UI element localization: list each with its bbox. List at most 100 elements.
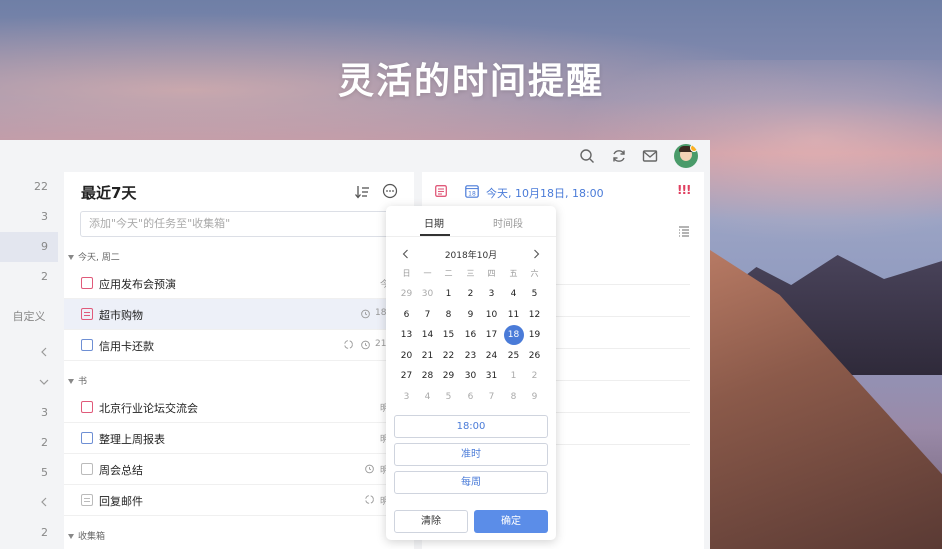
calendar-day[interactable]: 4 [417, 387, 438, 407]
top-toolbar [0, 140, 710, 172]
calendar-day[interactable]: 16 [460, 325, 481, 345]
task-list-panel: 最近7天 添加"今天"的任务至"收集箱" 今天, 周二 应用发布会预演 今 超市… [64, 172, 414, 549]
task-row[interactable]: 回复邮件 明 [64, 485, 414, 516]
calendar-day[interactable]: 2 [524, 366, 545, 386]
calendar-icon[interactable]: 18 [465, 184, 479, 198]
task-row[interactable]: 北京行业论坛交流会 明 [64, 392, 414, 423]
calendar-day[interactable]: 22 [438, 346, 459, 366]
calendar-day[interactable]: 17 [481, 325, 502, 345]
detail-divider [554, 444, 690, 445]
next-month-icon[interactable] [531, 249, 541, 259]
group-header[interactable]: 今天, 周二 [68, 250, 120, 263]
reminder-button[interactable]: 准时 [394, 443, 548, 466]
calendar-day[interactable]: 9 [460, 305, 481, 325]
group-header[interactable]: 书 [68, 374, 87, 387]
sync-icon[interactable] [611, 148, 627, 164]
calendar-day[interactable]: 30 [417, 284, 438, 304]
calendar-day[interactable]: 4 [503, 284, 524, 304]
calendar-day[interactable]: 1 [503, 366, 524, 386]
note-task-icon[interactable] [81, 308, 93, 320]
calendar-day[interactable]: 8 [503, 387, 524, 407]
sidebar-count[interactable]: 22 [0, 172, 58, 202]
sidebar-count[interactable]: 5 [0, 458, 58, 488]
calendar-day[interactable]: 5 [438, 387, 459, 407]
calendar-day[interactable]: 20 [396, 346, 417, 366]
task-checkbox[interactable] [81, 401, 93, 413]
calendar-day[interactable]: 24 [481, 346, 502, 366]
calendar-day[interactable]: 1 [438, 284, 459, 304]
calendar-day[interactable]: 13 [396, 325, 417, 345]
confirm-button[interactable]: 确定 [474, 510, 548, 533]
chevron-left-icon[interactable] [38, 346, 50, 358]
note-icon[interactable] [435, 185, 447, 197]
avatar[interactable] [674, 144, 698, 168]
calendar-day[interactable]: 11 [503, 305, 524, 325]
sidebar-rail: 22 3 9 2 自定义 3 2 5 2 [0, 172, 58, 549]
calendar-day[interactable]: 21 [417, 346, 438, 366]
mail-icon[interactable] [642, 148, 658, 164]
alarm-icon [361, 340, 370, 350]
task-row[interactable]: 信用卡还款 21 [64, 330, 414, 361]
task-checkbox[interactable] [81, 463, 93, 475]
calendar-day[interactable]: 23 [460, 346, 481, 366]
sidebar-count-active[interactable]: 9 [0, 232, 58, 262]
tab-date[interactable]: 日期 [424, 215, 444, 230]
priority-flag[interactable]: !!! [677, 183, 691, 197]
calendar-day[interactable]: 3 [396, 387, 417, 407]
task-row[interactable]: 应用发布会预演 今 [64, 268, 414, 299]
note-task-icon[interactable] [81, 494, 93, 506]
calendar-day[interactable]: 6 [396, 305, 417, 325]
calendar-day[interactable]: 5 [524, 284, 545, 304]
task-due: 21 [375, 339, 387, 349]
calendar-day[interactable]: 2 [460, 284, 481, 304]
calendar-day[interactable]: 29 [438, 366, 459, 386]
calendar-day[interactable]: 26 [524, 346, 545, 366]
task-row[interactable]: 周会总结 明 [64, 454, 414, 485]
calendar-day[interactable]: 8 [438, 305, 459, 325]
calendar-day[interactable]: 9 [524, 387, 545, 407]
sidebar-count[interactable]: 3 [0, 398, 58, 428]
calendar-day[interactable]: 14 [417, 325, 438, 345]
add-task-input[interactable]: 添加"今天"的任务至"收集箱" [80, 211, 400, 237]
calendar-day[interactable]: 7 [417, 305, 438, 325]
sort-icon[interactable] [354, 184, 370, 200]
sidebar-count[interactable]: 2 [0, 428, 58, 458]
calendar-day[interactable]: 27 [396, 366, 417, 386]
task-checkbox[interactable] [81, 277, 93, 289]
search-icon[interactable] [579, 148, 595, 164]
calendar-day[interactable]: 3 [481, 284, 502, 304]
calendar-day[interactable]: 12 [524, 305, 545, 325]
task-checkbox[interactable] [81, 432, 93, 444]
calendar-day[interactable]: 31 [481, 366, 502, 386]
sidebar-custom-label[interactable]: 自定义 [0, 308, 58, 324]
time-button[interactable]: 18:00 [394, 415, 548, 438]
task-checkbox[interactable] [81, 339, 93, 351]
calendar-day[interactable]: 29 [396, 284, 417, 304]
tab-time-range[interactable]: 时间段 [493, 215, 523, 230]
calendar-day[interactable]: 30 [460, 366, 481, 386]
task-row[interactable]: 整理上周报表 明 [64, 423, 414, 454]
chevron-down-icon[interactable] [38, 376, 50, 388]
calendar-day[interactable]: 19 [524, 325, 545, 345]
sidebar-count[interactable]: 2 [0, 262, 58, 292]
calendar-day[interactable]: 28 [417, 366, 438, 386]
app-window: 22 3 9 2 自定义 3 2 5 2 最近7天 添加"今天"的任务至"收集箱… [0, 140, 710, 549]
repeat-button[interactable]: 每周 [394, 471, 548, 494]
chevron-left-icon[interactable] [38, 496, 50, 508]
calendar-day[interactable]: 10 [481, 305, 502, 325]
calendar-day[interactable]: 6 [460, 387, 481, 407]
calendar-day[interactable]: 15 [438, 325, 459, 345]
clear-button[interactable]: 清除 [394, 510, 468, 533]
task-due: 18 [375, 308, 387, 318]
calendar-day-selected[interactable]: 18 [503, 325, 524, 345]
task-row-selected[interactable]: 超市购物 18 [64, 299, 414, 330]
checklist-icon[interactable] [678, 225, 690, 237]
sidebar-count[interactable]: 3 [0, 202, 58, 232]
weekday-label: 四 [487, 269, 496, 278]
calendar-day[interactable]: 25 [503, 346, 524, 366]
due-date-label[interactable]: 今天, 10月18日, 18:00 [486, 185, 604, 201]
group-header[interactable]: 收集箱 [68, 529, 105, 542]
calendar-day[interactable]: 7 [481, 387, 502, 407]
more-icon[interactable] [382, 183, 398, 199]
sidebar-count[interactable]: 2 [0, 518, 58, 548]
